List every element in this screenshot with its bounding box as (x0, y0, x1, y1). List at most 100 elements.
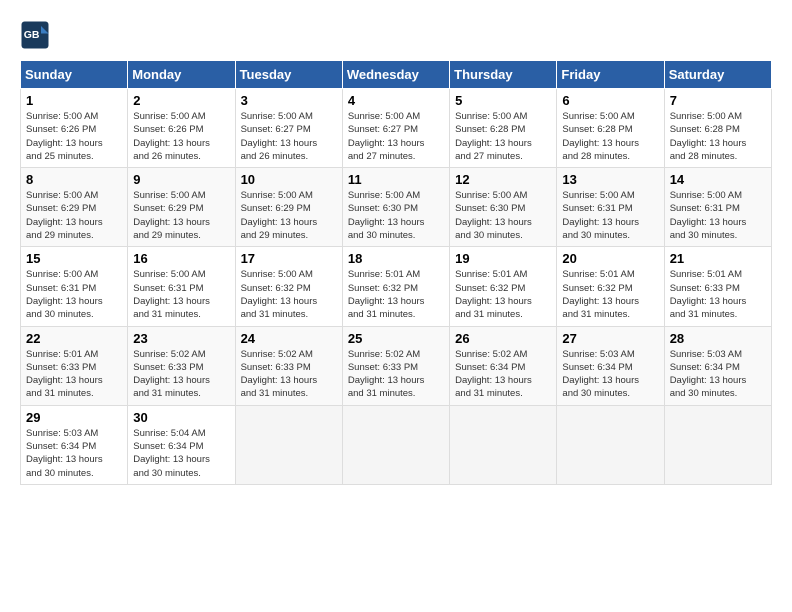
calendar: SundayMondayTuesdayWednesdayThursdayFrid… (20, 60, 772, 485)
day-number: 4 (348, 93, 444, 108)
day-info: Sunrise: 5:02 AM Sunset: 6:33 PM Dayligh… (241, 348, 337, 401)
day-info: Sunrise: 5:03 AM Sunset: 6:34 PM Dayligh… (562, 348, 658, 401)
calendar-cell (557, 405, 664, 484)
day-info: Sunrise: 5:01 AM Sunset: 6:33 PM Dayligh… (26, 348, 122, 401)
day-number: 25 (348, 331, 444, 346)
day-info: Sunrise: 5:00 AM Sunset: 6:29 PM Dayligh… (133, 189, 229, 242)
day-info: Sunrise: 5:01 AM Sunset: 6:32 PM Dayligh… (562, 268, 658, 321)
day-info: Sunrise: 5:01 AM Sunset: 6:33 PM Dayligh… (670, 268, 766, 321)
day-info: Sunrise: 5:00 AM Sunset: 6:27 PM Dayligh… (348, 110, 444, 163)
calendar-cell: 5Sunrise: 5:00 AM Sunset: 6:28 PM Daylig… (450, 89, 557, 168)
calendar-body: 1 Sunrise: 5:00 AM Sunset: 6:26 PM Daylig… (21, 89, 772, 485)
calendar-cell: 22 Sunrise: 5:01 AM Sunset: 6:33 PM Dayli… (21, 326, 128, 405)
day-info: Sunrise: 5:00 AM Sunset: 6:31 PM Dayligh… (26, 268, 122, 321)
day-number: 30 (133, 410, 229, 425)
day-info: Sunrise: 5:00 AM Sunset: 6:31 PM Dayligh… (133, 268, 229, 321)
weekday-header-saturday: Saturday (664, 61, 771, 89)
calendar-week-1: 1 Sunrise: 5:00 AM Sunset: 6:26 PM Daylig… (21, 89, 772, 168)
calendar-cell: 12Sunrise: 5:00 AM Sunset: 6:30 PM Dayli… (450, 168, 557, 247)
weekday-header-thursday: Thursday (450, 61, 557, 89)
calendar-cell: 15 Sunrise: 5:00 AM Sunset: 6:31 PM Dayli… (21, 247, 128, 326)
weekday-header-sunday: Sunday (21, 61, 128, 89)
day-info: Sunrise: 5:00 AM Sunset: 6:31 PM Dayligh… (562, 189, 658, 242)
calendar-cell: 10Sunrise: 5:00 AM Sunset: 6:29 PM Dayli… (235, 168, 342, 247)
calendar-cell: 16 Sunrise: 5:00 AM Sunset: 6:31 PM Dayli… (128, 247, 235, 326)
header: GB (20, 20, 772, 50)
day-info: Sunrise: 5:00 AM Sunset: 6:28 PM Dayligh… (562, 110, 658, 163)
calendar-week-4: 22 Sunrise: 5:01 AM Sunset: 6:33 PM Dayli… (21, 326, 772, 405)
day-number: 10 (241, 172, 337, 187)
day-number: 16 (133, 251, 229, 266)
day-number: 3 (241, 93, 337, 108)
day-info: Sunrise: 5:00 AM Sunset: 6:27 PM Dayligh… (241, 110, 337, 163)
day-number: 5 (455, 93, 551, 108)
day-info: Sunrise: 5:02 AM Sunset: 6:33 PM Dayligh… (348, 348, 444, 401)
day-number: 18 (348, 251, 444, 266)
day-info: Sunrise: 5:02 AM Sunset: 6:33 PM Dayligh… (133, 348, 229, 401)
calendar-cell: 14 Sunrise: 5:00 AM Sunset: 6:31 PM Dayli… (664, 168, 771, 247)
day-info: Sunrise: 5:00 AM Sunset: 6:31 PM Dayligh… (670, 189, 766, 242)
weekday-header-monday: Monday (128, 61, 235, 89)
day-info: Sunrise: 5:03 AM Sunset: 6:34 PM Dayligh… (670, 348, 766, 401)
day-number: 14 (670, 172, 766, 187)
day-number: 28 (670, 331, 766, 346)
calendar-cell: 1 Sunrise: 5:00 AM Sunset: 6:26 PM Daylig… (21, 89, 128, 168)
calendar-cell: 13 Sunrise: 5:00 AM Sunset: 6:31 PM Dayli… (557, 168, 664, 247)
calendar-cell: 3 Sunrise: 5:00 AM Sunset: 6:27 PM Daylig… (235, 89, 342, 168)
calendar-cell: 20 Sunrise: 5:01 AM Sunset: 6:32 PM Dayli… (557, 247, 664, 326)
day-number: 22 (26, 331, 122, 346)
day-info: Sunrise: 5:00 AM Sunset: 6:28 PM Dayligh… (670, 110, 766, 163)
day-info: Sunrise: 5:00 AM Sunset: 6:26 PM Dayligh… (26, 110, 122, 163)
calendar-cell: 18 Sunrise: 5:01 AM Sunset: 6:32 PM Dayli… (342, 247, 449, 326)
day-number: 23 (133, 331, 229, 346)
calendar-cell: 4 Sunrise: 5:00 AM Sunset: 6:27 PM Daylig… (342, 89, 449, 168)
day-number: 29 (26, 410, 122, 425)
svg-text:GB: GB (24, 29, 40, 41)
calendar-cell: 30Sunrise: 5:04 AM Sunset: 6:34 PM Dayli… (128, 405, 235, 484)
day-number: 24 (241, 331, 337, 346)
weekday-header-row: SundayMondayTuesdayWednesdayThursdayFrid… (21, 61, 772, 89)
logo-icon: GB (20, 20, 50, 50)
calendar-week-2: 8Sunrise: 5:00 AM Sunset: 6:29 PM Daylig… (21, 168, 772, 247)
calendar-cell: 29 Sunrise: 5:03 AM Sunset: 6:34 PM Dayli… (21, 405, 128, 484)
calendar-cell: 8Sunrise: 5:00 AM Sunset: 6:29 PM Daylig… (21, 168, 128, 247)
day-number: 20 (562, 251, 658, 266)
day-info: Sunrise: 5:00 AM Sunset: 6:32 PM Dayligh… (241, 268, 337, 321)
calendar-cell: 7Sunrise: 5:00 AM Sunset: 6:28 PM Daylig… (664, 89, 771, 168)
calendar-cell: 17 Sunrise: 5:00 AM Sunset: 6:32 PM Dayli… (235, 247, 342, 326)
day-info: Sunrise: 5:01 AM Sunset: 6:32 PM Dayligh… (348, 268, 444, 321)
weekday-header-wednesday: Wednesday (342, 61, 449, 89)
logo: GB (20, 20, 54, 50)
day-info: Sunrise: 5:01 AM Sunset: 6:32 PM Dayligh… (455, 268, 551, 321)
calendar-cell (450, 405, 557, 484)
calendar-cell (235, 405, 342, 484)
day-number: 2 (133, 93, 229, 108)
calendar-cell: 28 Sunrise: 5:03 AM Sunset: 6:34 PM Dayli… (664, 326, 771, 405)
day-number: 1 (26, 93, 122, 108)
day-info: Sunrise: 5:03 AM Sunset: 6:34 PM Dayligh… (26, 427, 122, 480)
weekday-header-friday: Friday (557, 61, 664, 89)
day-number: 11 (348, 172, 444, 187)
calendar-cell: 9Sunrise: 5:00 AM Sunset: 6:29 PM Daylig… (128, 168, 235, 247)
calendar-cell (664, 405, 771, 484)
calendar-cell: 23 Sunrise: 5:02 AM Sunset: 6:33 PM Dayli… (128, 326, 235, 405)
day-info: Sunrise: 5:00 AM Sunset: 6:26 PM Dayligh… (133, 110, 229, 163)
calendar-cell: 19 Sunrise: 5:01 AM Sunset: 6:32 PM Dayli… (450, 247, 557, 326)
day-number: 26 (455, 331, 551, 346)
day-info: Sunrise: 5:00 AM Sunset: 6:29 PM Dayligh… (26, 189, 122, 242)
weekday-header-tuesday: Tuesday (235, 61, 342, 89)
day-number: 21 (670, 251, 766, 266)
day-number: 15 (26, 251, 122, 266)
calendar-cell: 11 Sunrise: 5:00 AM Sunset: 6:30 PM Dayli… (342, 168, 449, 247)
day-number: 17 (241, 251, 337, 266)
day-number: 13 (562, 172, 658, 187)
calendar-week-5: 29 Sunrise: 5:03 AM Sunset: 6:34 PM Dayli… (21, 405, 772, 484)
day-number: 6 (562, 93, 658, 108)
calendar-cell (342, 405, 449, 484)
day-number: 12 (455, 172, 551, 187)
day-info: Sunrise: 5:00 AM Sunset: 6:30 PM Dayligh… (348, 189, 444, 242)
day-number: 27 (562, 331, 658, 346)
calendar-week-3: 15 Sunrise: 5:00 AM Sunset: 6:31 PM Dayli… (21, 247, 772, 326)
day-info: Sunrise: 5:02 AM Sunset: 6:34 PM Dayligh… (455, 348, 551, 401)
day-number: 19 (455, 251, 551, 266)
